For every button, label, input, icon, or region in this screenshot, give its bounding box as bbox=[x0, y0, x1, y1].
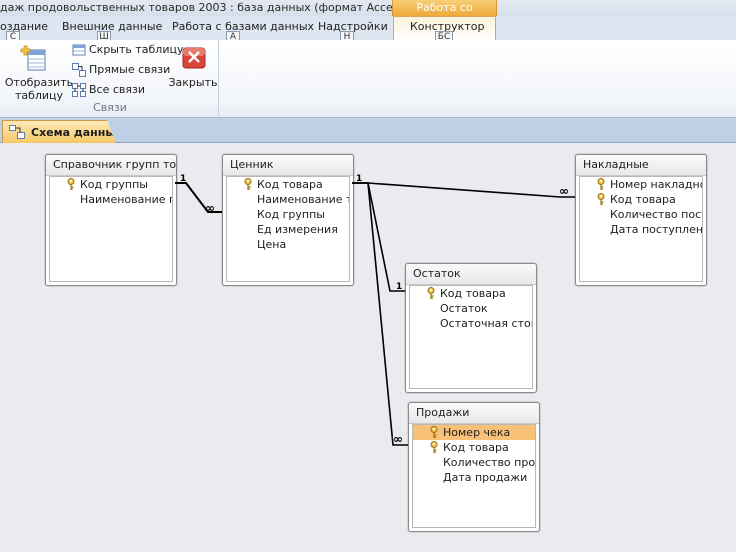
close-label[interactable]: Закрыть bbox=[168, 76, 218, 89]
field-row[interactable]: Наименование това bbox=[227, 192, 349, 207]
field-row[interactable]: Наименование груп bbox=[50, 192, 172, 207]
all-links-button[interactable]: Все связи bbox=[72, 83, 145, 101]
field-row[interactable]: Дата продажи bbox=[413, 470, 535, 485]
field-row[interactable]: Количество поступл bbox=[580, 207, 702, 222]
field-row[interactable]: Код товара bbox=[410, 286, 532, 301]
table-title[interactable]: Остаток bbox=[406, 264, 536, 285]
field-row[interactable]: Дата поступления bbox=[580, 222, 702, 237]
key-icon bbox=[597, 178, 605, 190]
doc-tab-title: Схема данных bbox=[31, 126, 123, 139]
ribbon-group-links: Отобразить таблицу Скрыть таблицу Прямые… bbox=[2, 40, 219, 116]
title-bar: даж продовольственных товаров 2003 : баз… bbox=[0, 0, 736, 16]
table-title[interactable]: Справочник групп то... bbox=[46, 155, 176, 176]
table-title[interactable]: Ценник bbox=[223, 155, 353, 176]
close-button[interactable] bbox=[182, 47, 206, 71]
key-icon bbox=[427, 287, 435, 299]
window-title: даж продовольственных товаров 2003 : баз… bbox=[0, 1, 450, 14]
table-nakladnye[interactable]: Накладные Номер накладной Код товара Кол… bbox=[575, 154, 707, 286]
field-list: Код товара Наименование това Код группы … bbox=[226, 176, 350, 282]
show-table-icon bbox=[20, 45, 46, 71]
table-prodazhi[interactable]: Продажи Номер чека Код товара Количество… bbox=[408, 402, 540, 532]
ribbon: Отобразить таблицу Скрыть таблицу Прямые… bbox=[0, 40, 736, 118]
key-icon bbox=[67, 178, 75, 190]
field-row[interactable]: Код товара bbox=[413, 440, 535, 455]
field-row[interactable]: Код группы bbox=[227, 207, 349, 222]
tab-database-tools[interactable]: Работа с базами данных bbox=[172, 20, 314, 33]
field-list: Код группы Наименование груп bbox=[49, 176, 173, 282]
table-ostatok[interactable]: Остаток Код товара Остаток Остаточная ст… bbox=[405, 263, 537, 393]
field-list: Код товара Остаток Остаточная стоимо bbox=[409, 285, 533, 389]
context-tab-group: Работа со связями bbox=[392, 0, 497, 16]
key-icon bbox=[430, 441, 438, 453]
key-icon bbox=[244, 178, 252, 190]
all-links-icon bbox=[72, 83, 86, 97]
field-row[interactable]: Код товара bbox=[227, 177, 349, 192]
field-list: Номер чека Код товара Количество продан … bbox=[412, 424, 536, 528]
hide-table-button[interactable]: Скрыть таблицу bbox=[72, 43, 184, 61]
field-row[interactable]: Номер накладной bbox=[580, 177, 702, 192]
field-row[interactable]: Цена bbox=[227, 237, 349, 252]
table-title[interactable]: Продажи bbox=[409, 403, 539, 424]
key-icon bbox=[597, 193, 605, 205]
tab-external-data[interactable]: Внешние данные bbox=[62, 20, 162, 33]
show-table-label[interactable]: Отобразить таблицу bbox=[4, 76, 74, 102]
doc-tab-relationships[interactable]: Схема данных bbox=[2, 120, 116, 143]
show-table-button[interactable] bbox=[20, 44, 50, 74]
ribbon-tab-row: оздание С Внешние данные Ш Работа с база… bbox=[0, 16, 736, 44]
direct-links-label: Прямые связи bbox=[89, 63, 171, 76]
hide-table-icon bbox=[72, 44, 86, 56]
field-row[interactable]: Остаток bbox=[410, 301, 532, 316]
field-row[interactable]: Остаточная стоимо bbox=[410, 316, 532, 331]
relationships-doc-icon bbox=[9, 125, 25, 139]
document-tab-bar: Схема данных bbox=[0, 118, 736, 143]
table-title[interactable]: Накладные bbox=[576, 155, 706, 176]
close-icon bbox=[182, 47, 206, 69]
field-row-selected[interactable]: Номер чека bbox=[413, 425, 535, 440]
key-icon bbox=[430, 426, 438, 438]
direct-links-button[interactable]: Прямые связи bbox=[72, 63, 170, 81]
field-row[interactable]: Количество продан bbox=[413, 455, 535, 470]
hide-table-label: Скрыть таблицу bbox=[89, 43, 184, 56]
table-spravochnik[interactable]: Справочник групп то... Код группы Наимен… bbox=[45, 154, 177, 286]
direct-links-icon bbox=[72, 63, 86, 77]
field-row[interactable]: Код товара bbox=[580, 192, 702, 207]
field-list: Номер накладной Код товара Количество по… bbox=[579, 176, 703, 282]
field-row[interactable]: Ед измерения bbox=[227, 222, 349, 237]
table-cennik[interactable]: Ценник Код товара Наименование това Код … bbox=[222, 154, 354, 286]
field-row[interactable]: Код группы bbox=[50, 177, 172, 192]
group-label-links: Связи bbox=[93, 101, 127, 114]
all-links-label: Все связи bbox=[89, 83, 146, 96]
